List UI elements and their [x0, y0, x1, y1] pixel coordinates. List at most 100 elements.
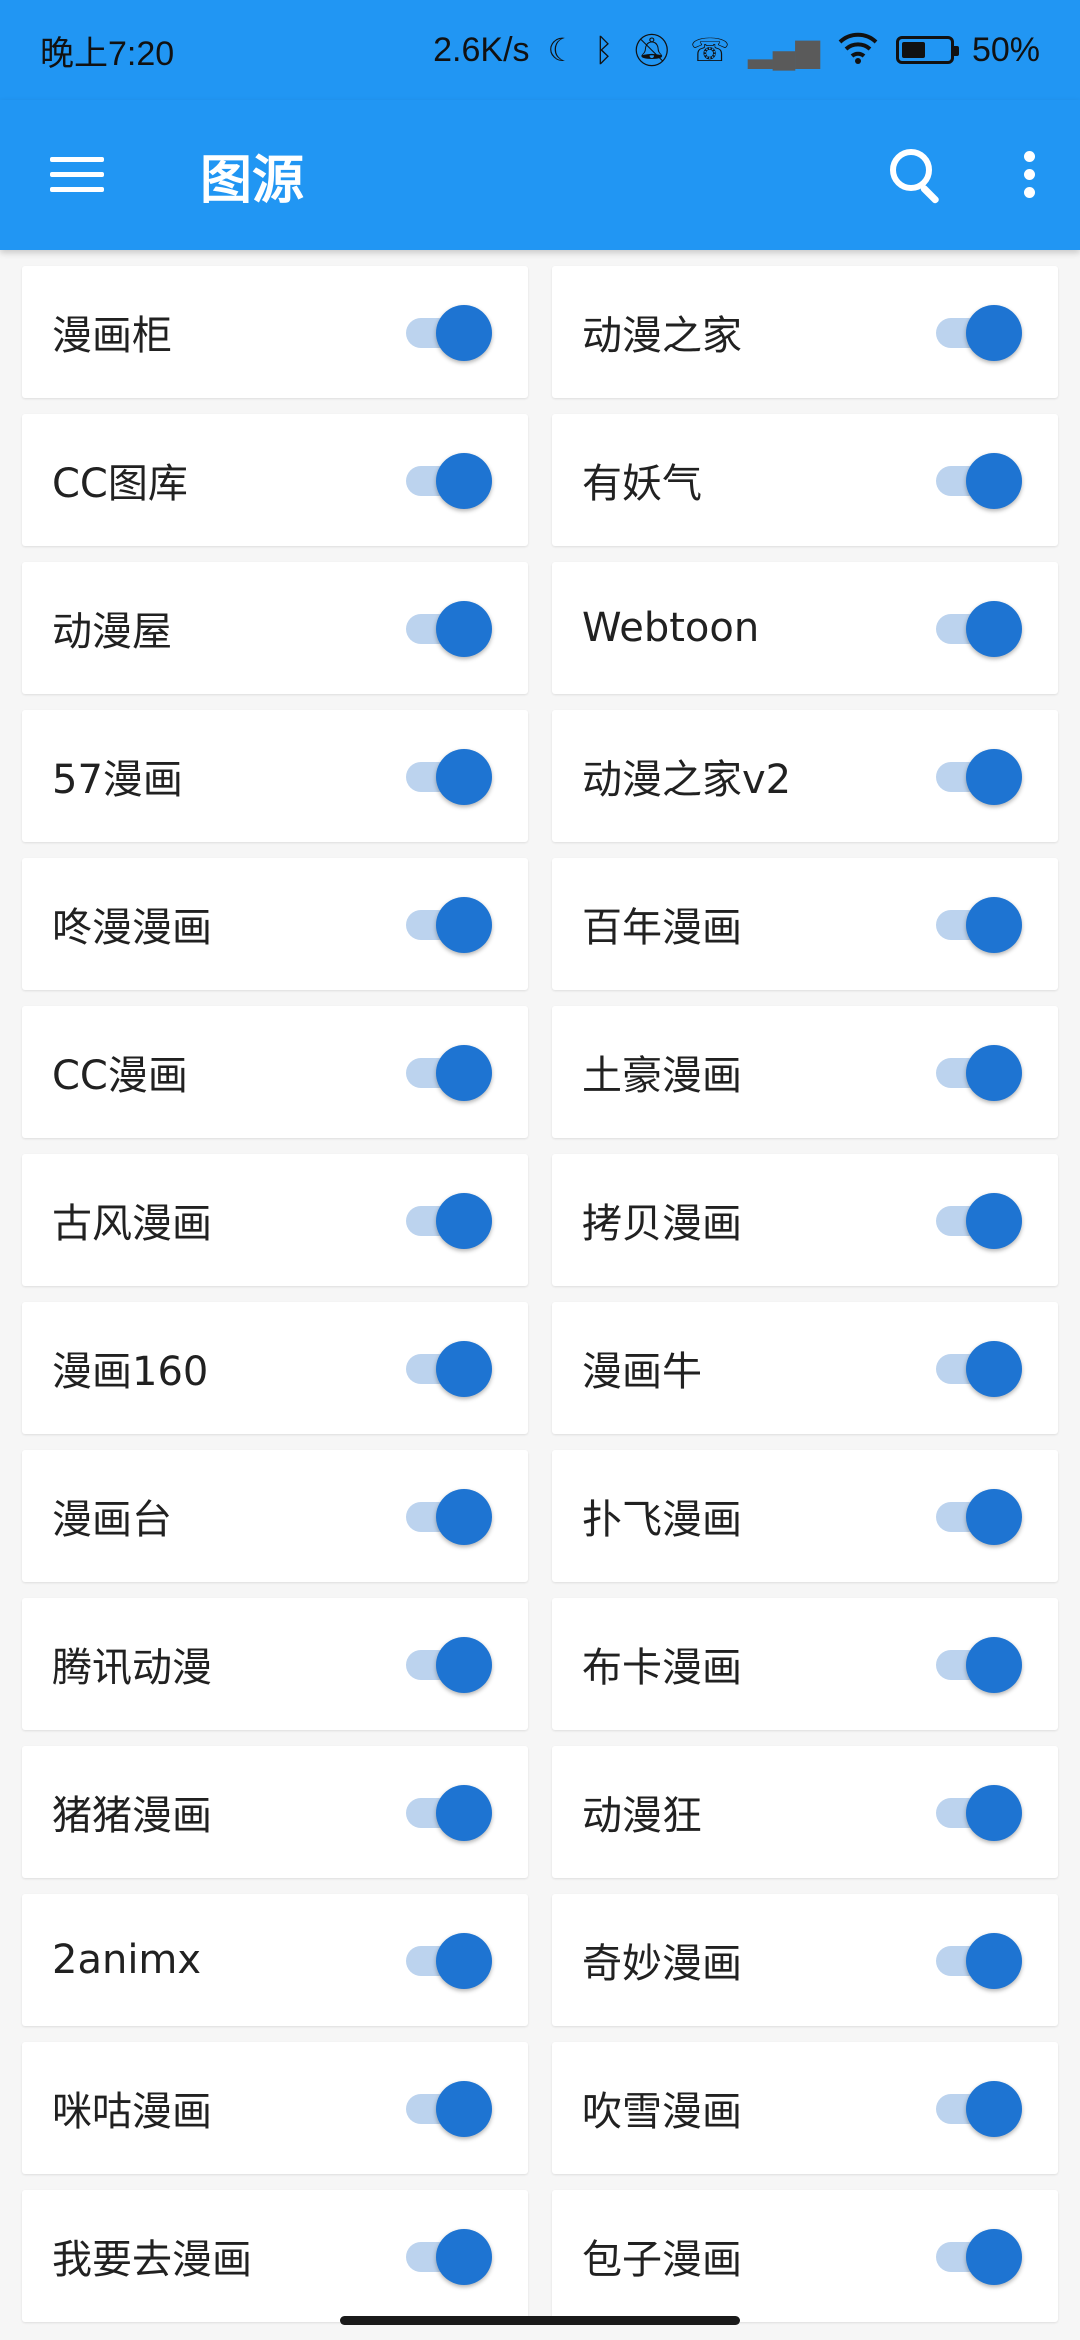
source-grid: 漫画柜 动漫之家 CC图库 有妖气 动漫屋 Webtoon 57漫画 动漫之家v2 咚漫漫画 百年…	[22, 266, 1058, 2322]
source-card[interactable]: 吹雪漫画	[552, 2042, 1058, 2174]
search-icon[interactable]	[886, 145, 946, 205]
source-card[interactable]: 漫画台	[22, 1450, 528, 1582]
source-toggle[interactable]	[402, 2226, 492, 2286]
source-label: 猪猪漫画	[52, 1793, 212, 1839]
home-indicator[interactable]	[340, 2316, 740, 2325]
source-toggle[interactable]	[402, 1042, 492, 1102]
source-card[interactable]: 动漫屋	[22, 562, 528, 694]
source-card[interactable]: 包子漫画	[552, 2190, 1058, 2322]
battery-percent: 50%	[971, 30, 1040, 69]
source-toggle[interactable]	[402, 1930, 492, 1990]
source-card[interactable]: 古风漫画	[22, 1154, 528, 1286]
source-card[interactable]: 漫画160	[22, 1302, 528, 1434]
source-card[interactable]: CC图库	[22, 414, 528, 546]
source-toggle[interactable]	[932, 1634, 1022, 1694]
mute-bell-icon: 🔕︎	[631, 32, 673, 68]
source-toggle[interactable]	[402, 2078, 492, 2138]
source-card[interactable]: 奇妙漫画	[552, 1894, 1058, 2026]
source-toggle[interactable]	[402, 450, 492, 510]
source-card[interactable]: 动漫之家v2	[552, 710, 1058, 842]
source-label: 漫画160	[52, 1349, 209, 1395]
toggle-thumb	[966, 1045, 1022, 1101]
source-card[interactable]: 我要去漫画	[22, 2190, 528, 2322]
toggle-thumb	[966, 1785, 1022, 1841]
toggle-thumb	[966, 1341, 1022, 1397]
source-toggle[interactable]	[402, 894, 492, 954]
source-card[interactable]: 扑飞漫画	[552, 1450, 1058, 1582]
app-bar: 图源	[0, 100, 1080, 250]
source-toggle[interactable]	[932, 1190, 1022, 1250]
source-card[interactable]: CC漫画	[22, 1006, 528, 1138]
source-label: 拷贝漫画	[582, 1201, 742, 1247]
source-toggle[interactable]	[932, 1486, 1022, 1546]
source-card[interactable]: 咪咕漫画	[22, 2042, 528, 2174]
source-card[interactable]: 动漫之家	[552, 266, 1058, 398]
toggle-thumb	[436, 601, 492, 657]
toggle-thumb	[966, 305, 1022, 361]
more-vert-icon[interactable]	[1014, 145, 1044, 205]
source-toggle[interactable]	[932, 2226, 1022, 2286]
source-toggle[interactable]	[402, 598, 492, 658]
source-card[interactable]: 57漫画	[22, 710, 528, 842]
source-toggle[interactable]	[932, 598, 1022, 658]
network-speed: 2.6K/s	[433, 30, 530, 69]
source-toggle[interactable]	[932, 302, 1022, 362]
source-label: 奇妙漫画	[582, 1941, 742, 1987]
source-card[interactable]: 漫画牛	[552, 1302, 1058, 1434]
toggle-thumb	[966, 1637, 1022, 1693]
signal-icon: ▂▄▆	[748, 32, 820, 68]
toggle-thumb	[966, 897, 1022, 953]
source-label: 扑飞漫画	[582, 1497, 742, 1543]
source-toggle[interactable]	[932, 2078, 1022, 2138]
source-card[interactable]: 漫画柜	[22, 266, 528, 398]
source-toggle[interactable]	[932, 1338, 1022, 1398]
source-toggle[interactable]	[932, 1042, 1022, 1102]
source-toggle[interactable]	[402, 1338, 492, 1398]
toggle-thumb	[436, 1193, 492, 1249]
source-toggle[interactable]	[402, 1782, 492, 1842]
source-toggle[interactable]	[402, 1486, 492, 1546]
source-card[interactable]: 2animx	[22, 1894, 528, 2026]
battery-icon	[895, 36, 959, 64]
status-time: 晚上7:20	[40, 34, 175, 73]
call-icon: ☏	[690, 32, 731, 68]
source-card[interactable]: 腾讯动漫	[22, 1598, 528, 1730]
source-card[interactable]: 布卡漫画	[552, 1598, 1058, 1730]
source-toggle[interactable]	[932, 1930, 1022, 1990]
toggle-thumb	[436, 2229, 492, 2285]
source-label: 腾讯动漫	[52, 1645, 212, 1691]
toggle-thumb	[966, 1933, 1022, 1989]
hamburger-menu-icon[interactable]	[50, 155, 104, 195]
source-label: 动漫之家	[582, 313, 742, 359]
source-card[interactable]: Webtoon	[552, 562, 1058, 694]
source-toggle[interactable]	[402, 1190, 492, 1250]
source-card[interactable]: 猪猪漫画	[22, 1746, 528, 1878]
source-toggle[interactable]	[402, 746, 492, 806]
source-label: 咚漫漫画	[52, 905, 212, 951]
source-card[interactable]: 咚漫漫画	[22, 858, 528, 990]
source-label: 咪咕漫画	[52, 2089, 212, 2135]
source-toggle[interactable]	[932, 894, 1022, 954]
source-label: CC漫画	[52, 1053, 188, 1099]
source-label: 百年漫画	[582, 905, 742, 951]
bluetooth-icon: ᛒ	[594, 32, 614, 68]
source-toggle[interactable]	[402, 302, 492, 362]
source-label: 漫画牛	[582, 1349, 702, 1395]
source-toggle[interactable]	[402, 1634, 492, 1694]
toggle-thumb	[436, 453, 492, 509]
source-toggle[interactable]	[932, 450, 1022, 510]
source-label: 吹雪漫画	[582, 2089, 742, 2135]
toggle-thumb	[436, 305, 492, 361]
source-toggle[interactable]	[932, 1782, 1022, 1842]
toggle-thumb	[966, 1193, 1022, 1249]
source-label: 2animx	[52, 1937, 202, 1983]
toggle-thumb	[436, 2081, 492, 2137]
source-card[interactable]: 土豪漫画	[552, 1006, 1058, 1138]
source-card[interactable]: 动漫狂	[552, 1746, 1058, 1878]
source-label: 包子漫画	[582, 2237, 742, 2283]
toggle-thumb	[436, 1785, 492, 1841]
source-toggle[interactable]	[932, 746, 1022, 806]
source-card[interactable]: 百年漫画	[552, 858, 1058, 990]
source-card[interactable]: 拷贝漫画	[552, 1154, 1058, 1286]
source-card[interactable]: 有妖气	[552, 414, 1058, 546]
